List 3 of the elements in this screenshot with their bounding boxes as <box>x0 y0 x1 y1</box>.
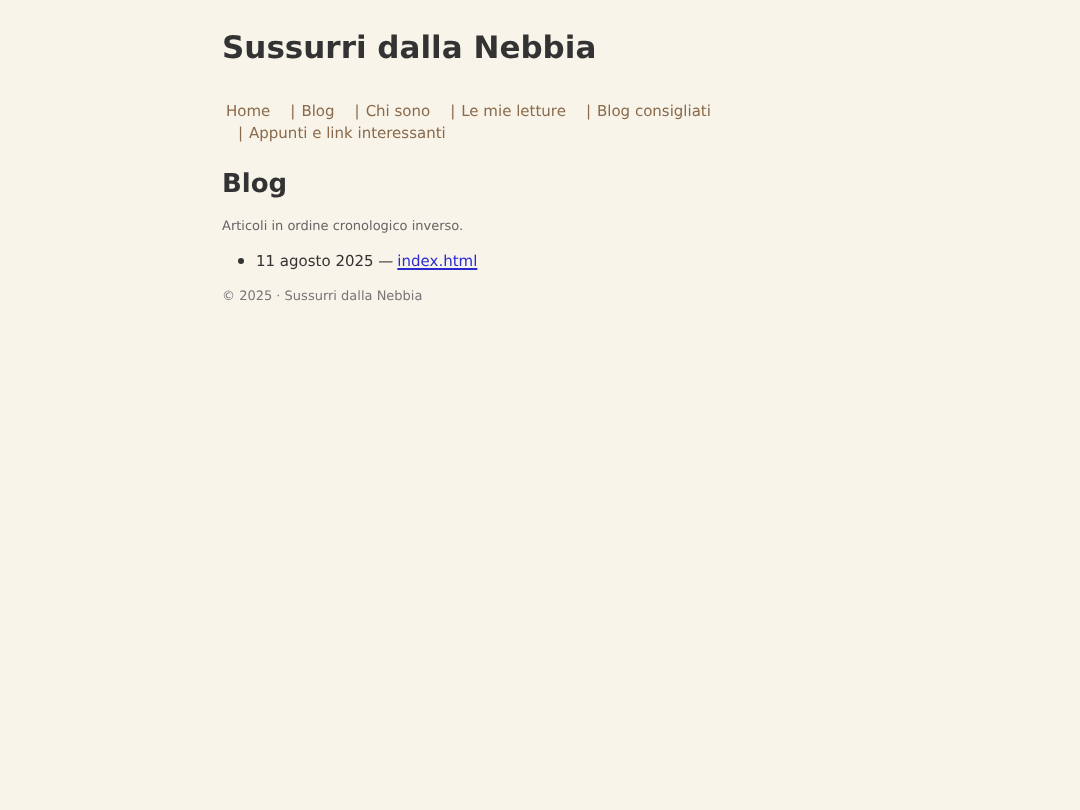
page-heading: Blog <box>222 168 288 204</box>
site-title: Sussurri dalla Nebbia <box>222 28 597 68</box>
bullet-icon <box>238 258 244 265</box>
